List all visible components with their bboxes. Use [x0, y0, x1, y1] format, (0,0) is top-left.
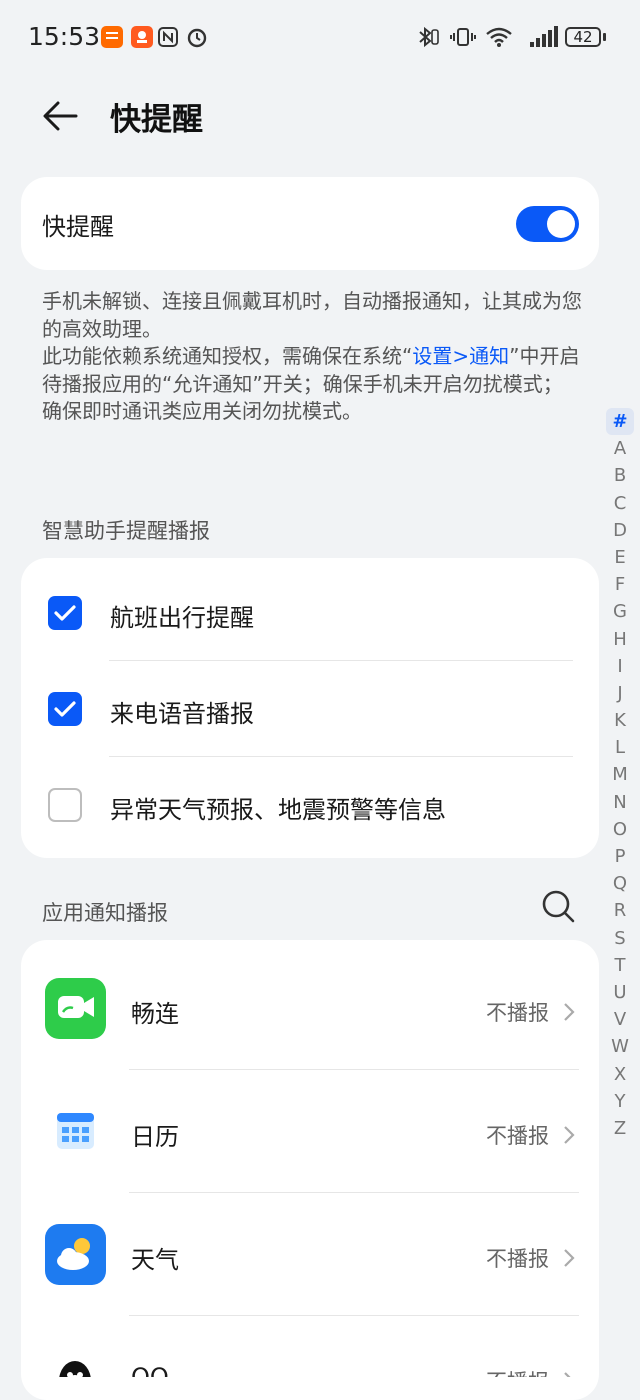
alphabet-index-item[interactable]: Y	[606, 1088, 634, 1115]
app-notification-icon	[131, 26, 153, 48]
alphabet-index-item[interactable]: J	[606, 680, 634, 707]
taobao-notification-icon	[101, 26, 123, 48]
alphabet-index-item[interactable]: #	[606, 408, 634, 436]
alphabet-index[interactable]: # A B C D E F G H I J K L M N O P Q R S T U V W X Y Z	[606, 408, 634, 1142]
alphabet-index-item[interactable]: U	[606, 979, 634, 1006]
alphabet-index-item[interactable]: Q	[606, 870, 634, 897]
flight-checkbox[interactable]	[48, 596, 82, 630]
alphabet-index-item[interactable]: A	[606, 435, 634, 462]
chevron-right-icon	[564, 1003, 575, 1021]
alphabet-index-item[interactable]: P	[606, 843, 634, 870]
settings-notification-link[interactable]: 设置>通知	[412, 344, 509, 368]
page-title: 快提醒	[110, 102, 203, 138]
weather-icon	[45, 1224, 106, 1285]
app-status: 不播报	[486, 1001, 549, 1025]
alphabet-index-item[interactable]: I	[606, 653, 634, 680]
alphabet-index-item[interactable]: V	[606, 1006, 634, 1033]
alphabet-index-item[interactable]: S	[606, 925, 634, 952]
wifi-icon	[486, 27, 512, 47]
battery-indicator: 42	[565, 27, 601, 47]
bluetooth-icon	[419, 26, 439, 48]
alphabet-index-item[interactable]: O	[606, 816, 634, 843]
alphabet-index-item[interactable]: E	[606, 544, 634, 571]
signal-icon	[530, 26, 558, 47]
alphabet-index-item[interactable]: L	[606, 734, 634, 761]
app-status: 不播报	[486, 1247, 549, 1271]
weather-alert-checkbox[interactable]	[48, 788, 82, 822]
alphabet-index-item[interactable]: T	[606, 952, 634, 979]
app-name: QQ	[131, 1363, 169, 1377]
option-label: 异常天气预报、地震预警等信息	[110, 796, 446, 824]
alphabet-index-item[interactable]: M	[606, 761, 634, 788]
search-icon[interactable]	[540, 888, 576, 924]
quick-remind-label: 快提醒	[42, 213, 114, 241]
option-flight-reminder[interactable]: 航班出行提醒	[21, 565, 599, 661]
app-status: 不播报	[486, 1124, 549, 1148]
alphabet-index-item[interactable]: G	[606, 598, 634, 625]
meetime-icon	[45, 978, 106, 1039]
alphabet-index-item[interactable]: R	[606, 897, 634, 924]
status-bar: 15:53 42	[0, 0, 640, 78]
alphabet-index-item[interactable]: K	[606, 707, 634, 734]
alphabet-index-item[interactable]: N	[606, 789, 634, 816]
check-icon	[54, 605, 76, 621]
alphabet-index-item[interactable]: F	[606, 571, 634, 598]
status-time: 15:53	[28, 22, 101, 51]
chevron-right-icon	[564, 1372, 571, 1377]
alarm-icon	[187, 28, 207, 48]
battery-tip	[603, 33, 606, 41]
app-row-meetime[interactable]: 畅连 不播报	[21, 947, 599, 1070]
switch-knob	[547, 210, 575, 238]
description-line-1: 手机未解锁、连接且佩戴耳机时，自动播报通知，让其成为您的高效助理。	[42, 289, 582, 341]
alphabet-index-item[interactable]: B	[606, 462, 634, 489]
app-row-calendar[interactable]: 日历 不播报	[21, 1070, 599, 1193]
alphabet-index-item[interactable]: Z	[606, 1115, 634, 1142]
chevron-right-icon	[564, 1126, 575, 1144]
alphabet-index-item[interactable]: D	[606, 517, 634, 544]
app-name: 畅连	[131, 1000, 179, 1028]
option-label: 来电语音播报	[110, 700, 254, 728]
app-status: 不播报	[486, 1366, 549, 1377]
vibrate-icon	[450, 28, 476, 46]
description-line-2: 此功能依赖系统通知授权，需确保在系统“设置>通知”中开启待播报应用的“允许通知”…	[42, 343, 582, 426]
app-section-title: 应用通知播报	[42, 901, 168, 925]
feature-description: 手机未解锁、连接且佩戴耳机时，自动播报通知，让其成为您的高效助理。 此功能依赖系…	[42, 288, 582, 426]
chevron-right-icon	[564, 1249, 575, 1267]
back-arrow-icon[interactable]	[40, 96, 80, 136]
assistant-section-title: 智慧助手提醒播报	[42, 519, 210, 543]
alphabet-index-item[interactable]: C	[606, 490, 634, 517]
description-text: 此功能依赖系统通知授权，需确保在系统“	[42, 344, 413, 368]
app-name: 日历	[131, 1123, 179, 1151]
quick-remind-switch[interactable]	[516, 206, 579, 242]
alphabet-index-item[interactable]: X	[606, 1061, 634, 1088]
app-name: 天气	[131, 1246, 179, 1274]
qq-icon	[45, 1347, 106, 1377]
app-row-qq[interactable]: QQ 不播报	[21, 1316, 599, 1377]
nfc-icon	[158, 27, 178, 47]
option-call-announce[interactable]: 来电语音播报	[21, 661, 599, 757]
calendar-icon	[45, 1101, 106, 1162]
app-row-weather[interactable]: 天气 不播报	[21, 1193, 599, 1316]
alphabet-index-item[interactable]: H	[606, 626, 634, 653]
alphabet-index-item[interactable]: W	[606, 1033, 634, 1060]
option-weather-alert[interactable]: 异常天气预报、地震预警等信息	[21, 757, 599, 853]
option-label: 航班出行提醒	[110, 604, 254, 632]
call-checkbox[interactable]	[48, 692, 82, 726]
check-icon	[54, 701, 76, 717]
